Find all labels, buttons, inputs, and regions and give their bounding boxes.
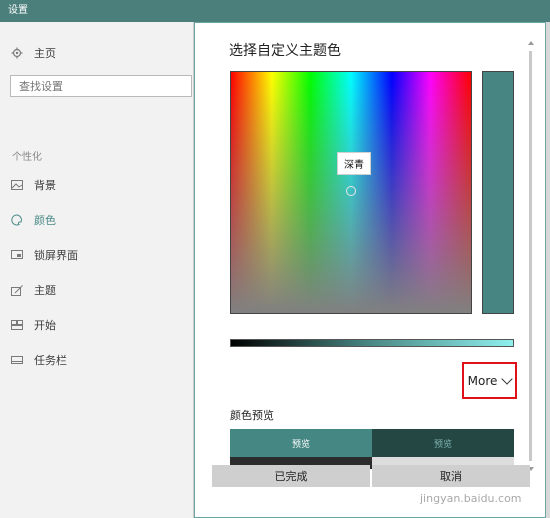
sidebar-home-label: 主页 — [34, 47, 56, 60]
sidebar-item-label: 开始 — [34, 319, 56, 332]
sidebar-item-home[interactable]: 主页 — [10, 44, 56, 62]
color-preview-title: 颜色预览 — [230, 409, 274, 422]
dialog-scrollbar[interactable] — [528, 41, 534, 471]
preview-label: 预览 — [433, 439, 452, 450]
chevron-down-icon — [501, 372, 514, 385]
done-label: 已完成 — [274, 470, 308, 483]
picker-cursor[interactable] — [346, 186, 356, 196]
sidebar-item-start[interactable]: 开始 — [10, 316, 56, 334]
sidebar-item-colors[interactable]: 颜色 — [10, 211, 56, 229]
window-title: 设置 — [8, 5, 28, 16]
sidebar-item-label: 锁屏界面 — [34, 249, 78, 262]
sidebar-item-lockscreen[interactable]: 锁屏界面 — [10, 246, 78, 264]
sidebar-item-label: 颜色 — [34, 214, 56, 227]
theme-icon — [10, 283, 24, 297]
more-label: More — [467, 373, 498, 388]
lockscreen-icon — [10, 248, 24, 262]
gear-icon — [10, 46, 24, 60]
sidebar-item-themes[interactable]: 主题 — [10, 281, 56, 299]
sidebar-item-taskbar[interactable]: 任务栏 — [10, 351, 67, 369]
custom-color-dialog: 选择自定义主题色 深青 More 颜色预览 预览 预览 — [194, 22, 546, 518]
palette-icon — [10, 213, 24, 227]
sidebar-item-label: 主题 — [34, 284, 56, 297]
cancel-button[interactable]: 取消 — [372, 465, 530, 487]
preview-accent-dark: 预览 — [372, 429, 514, 457]
start-icon — [10, 318, 24, 332]
search-input[interactable] — [10, 75, 192, 97]
sidebar-item-label: 任务栏 — [34, 354, 67, 367]
more-button[interactable]: More — [462, 362, 517, 399]
watermark-text: jingyan.baidu.com — [420, 492, 522, 505]
scroll-up-icon[interactable] — [528, 41, 534, 45]
sidebar-item-background[interactable]: 背景 — [10, 176, 56, 194]
preview-label: 预览 — [291, 439, 310, 450]
taskbar-icon — [10, 353, 24, 367]
preview-accent-light: 预览 — [230, 429, 372, 457]
brightness-slider[interactable] — [230, 339, 514, 347]
cancel-label: 取消 — [440, 470, 462, 483]
color-name-tooltip: 深青 — [337, 152, 371, 175]
scrollbar-thumb[interactable] — [529, 51, 532, 461]
done-button[interactable]: 已完成 — [212, 465, 370, 487]
sidebar-item-label: 背景 — [34, 179, 56, 192]
section-label: 个性化 — [12, 152, 42, 163]
image-icon — [10, 178, 24, 192]
selected-color-swatch — [482, 71, 514, 314]
dialog-title: 选择自定义主题色 — [229, 43, 341, 59]
window-titlebar: 设置 — [0, 0, 550, 22]
settings-sidebar: 主页 个性化 背景 颜色 锁屏界面 主题 开始 任 — [0, 22, 194, 518]
color-spectrum-picker[interactable]: 深青 — [230, 71, 472, 314]
